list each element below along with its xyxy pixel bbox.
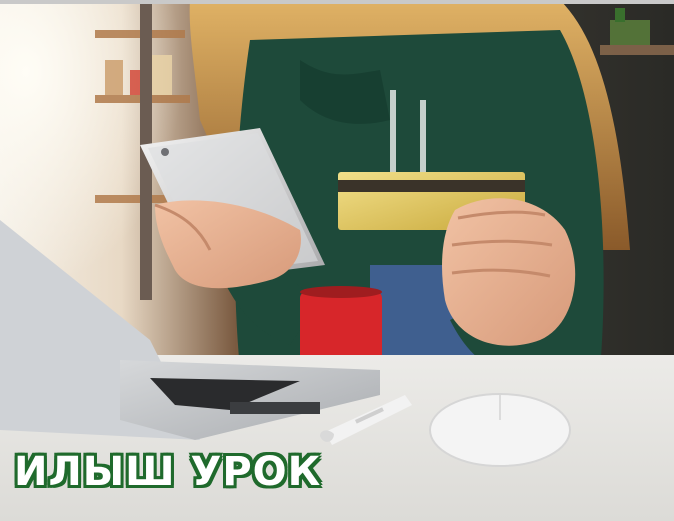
caption-title: ИЛЫШ УРОК bbox=[14, 449, 322, 495]
photo-frame: ИЛЫШ УРОК bbox=[0, 0, 674, 521]
red-mug bbox=[300, 286, 382, 362]
top-strip bbox=[0, 0, 674, 4]
online-shopping-photo bbox=[0, 0, 674, 521]
